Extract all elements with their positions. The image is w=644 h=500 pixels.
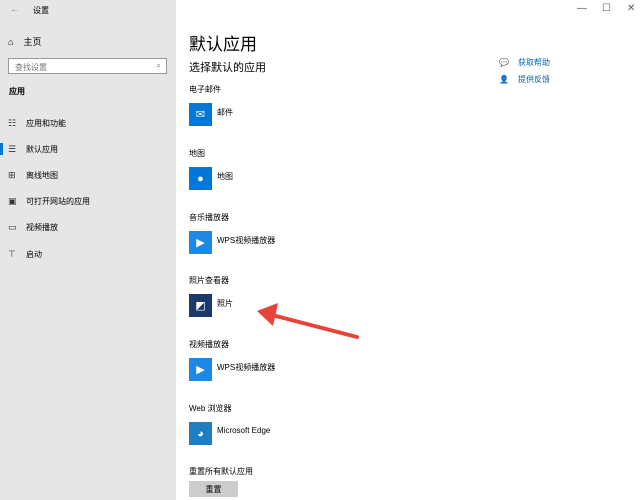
arrow-head	[257, 303, 278, 326]
annotation-arrow	[257, 303, 359, 339]
arrow-shaft	[270, 313, 359, 339]
